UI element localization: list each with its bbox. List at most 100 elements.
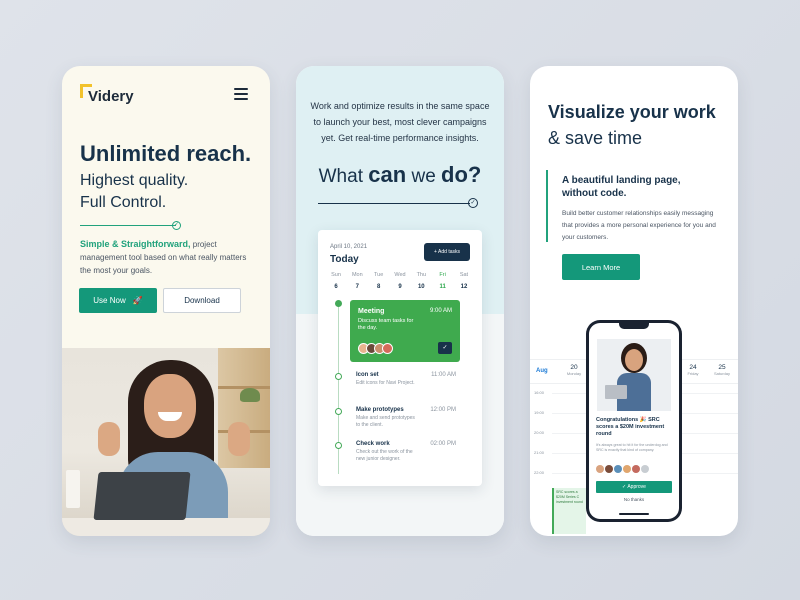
day-number: 7: [355, 284, 359, 290]
day-number: 11: [439, 284, 446, 290]
day-fri[interactable]: Fri 11: [433, 272, 453, 290]
day-number: 9: [398, 284, 402, 290]
day-name: Wed: [394, 272, 406, 278]
table: [62, 518, 270, 536]
learn-more-button[interactable]: Learn More: [562, 254, 640, 280]
heading-can: can: [368, 162, 407, 187]
accent-bar: [546, 170, 548, 242]
task-desc: Check out the work of the new junior des…: [356, 449, 413, 462]
use-now-label: Use Now: [93, 296, 126, 305]
time-label: 20:00: [534, 430, 545, 435]
check-icon[interactable]: ✓: [438, 342, 452, 354]
calendar-month: Aug: [536, 368, 548, 374]
phone-screen: Congratulations 🎉 SRC scores a $20M inve…: [589, 323, 679, 519]
divider: [80, 225, 176, 226]
day-name: Saturday: [713, 371, 730, 376]
description: Simple & Straightforward, project manage…: [80, 238, 258, 277]
calendar-day: 20 Monday: [562, 364, 586, 376]
day-tue[interactable]: Tue 8: [369, 272, 389, 290]
task-desc: Make and send prototypes to the client.: [356, 415, 415, 428]
subheadline: & save time: [548, 128, 643, 148]
avatar: [605, 465, 613, 473]
day-number: 6: [334, 284, 338, 290]
no-thanks-link[interactable]: No thanks: [596, 497, 672, 502]
add-tasks-button[interactable]: + Add tasks: [424, 243, 470, 261]
task-item[interactable]: Icon set 11:00 AM Edit icons for Navi Pr…: [356, 372, 456, 387]
day-sat[interactable]: Sat 12: [454, 272, 474, 290]
day-name: Sat: [459, 272, 469, 278]
feature-desc: Build better customer relationships easi…: [562, 210, 716, 241]
brand-name[interactable]: Videry: [88, 88, 134, 105]
screen-landing: Videry Unlimited reach. Highest quality.…: [62, 66, 270, 536]
check-circle-icon: ✓: [468, 198, 478, 208]
avatar: [623, 465, 631, 473]
event-desc: Discuss team tasks for the day.: [358, 318, 414, 331]
day-thu[interactable]: Thu 10: [411, 272, 431, 290]
menu-icon[interactable]: [234, 88, 248, 100]
day-number: 25: [718, 364, 726, 371]
person-hand-right: [228, 422, 250, 456]
avatar: [596, 465, 604, 473]
person-hand-left: [98, 422, 120, 456]
tablet: [93, 472, 191, 520]
task-item[interactable]: Check work 02:00 PM Check out the work o…: [356, 441, 456, 463]
day-name: Tue: [374, 272, 384, 278]
timeline-dot: [335, 408, 342, 415]
task-time: 11:00 AM: [431, 372, 456, 378]
post-photo: [597, 339, 671, 411]
day-number: 24: [689, 364, 697, 371]
hero-photo: [62, 348, 270, 536]
day-name: Mon: [351, 272, 363, 278]
use-now-button[interactable]: Use Now 🚀: [79, 288, 157, 313]
subline-2: Full Control.: [80, 194, 167, 211]
card-date: April 10, 2021: [330, 244, 368, 250]
plant: [240, 388, 260, 402]
day-name: Thu: [416, 272, 427, 278]
day-number: 8: [376, 284, 381, 290]
day-name: Friday: [687, 371, 699, 376]
time-label: 19:00: [534, 410, 545, 415]
what-can-we-do-heading: What can we do?: [296, 162, 504, 188]
task-item[interactable]: Make prototypes 12:00 PM Make and send p…: [356, 407, 456, 429]
approve-button[interactable]: ✓ Approve: [596, 481, 672, 493]
timeline-dot: [335, 442, 342, 449]
day-sun[interactable]: Sun 6: [326, 272, 346, 290]
rocket-icon: 🚀: [132, 296, 143, 305]
heading-do: do?: [441, 162, 482, 187]
time-label: 21:00: [534, 450, 545, 455]
headline: Visualize your work: [548, 102, 716, 122]
meeting-event[interactable]: Meeting 9:00 AM Discuss team tasks for t…: [350, 300, 460, 362]
task-card: April 10, 2021 Today + Add tasks Sun 6 Mo…: [318, 230, 482, 486]
divider: [318, 203, 470, 204]
avatar: [632, 465, 640, 473]
week-strip: Sun 6 Mon 7 Tue 8 Wed 9 Thu 10 Fri 11 Sat 12: [326, 272, 474, 290]
cup: [66, 470, 80, 508]
post-title: Congratulations 🎉 SRC scores a $20M inve…: [596, 417, 665, 437]
day-wed[interactable]: Wed 9: [390, 272, 410, 290]
day-mon[interactable]: Mon 7: [347, 272, 367, 290]
day-name: Monday: [566, 371, 582, 376]
day-number: 10: [417, 284, 425, 290]
download-button[interactable]: Download: [163, 288, 241, 313]
post-desc: It's always great to hit it for the unde…: [596, 443, 668, 452]
reaction-avatars: [596, 465, 650, 473]
avatar: [641, 465, 649, 473]
phone-notch: [619, 323, 649, 329]
avatar: [614, 465, 622, 473]
calendar-day: 24 Friday: [681, 364, 705, 376]
task-time: 02:00 PM: [430, 441, 456, 447]
person-face: [625, 349, 643, 371]
time-label: 22:00: [534, 470, 545, 475]
subheadline: Highest quality. Full Control.: [80, 170, 188, 214]
day-number: 12: [460, 284, 468, 290]
timeline-dot: [335, 300, 342, 307]
day-name: Fri: [439, 272, 446, 278]
day-number: 20: [570, 364, 578, 371]
attendee-avatars: [358, 343, 393, 354]
person-face: [144, 374, 196, 438]
heading-we: we: [411, 166, 436, 187]
screen-visualize: Visualize your work & save time A beauti…: [530, 66, 738, 536]
calendar-event[interactable]: SRC scores a $20M Series C investment ro…: [552, 488, 586, 534]
task-time: 12:00 PM: [430, 407, 456, 413]
home-indicator: [619, 513, 649, 515]
